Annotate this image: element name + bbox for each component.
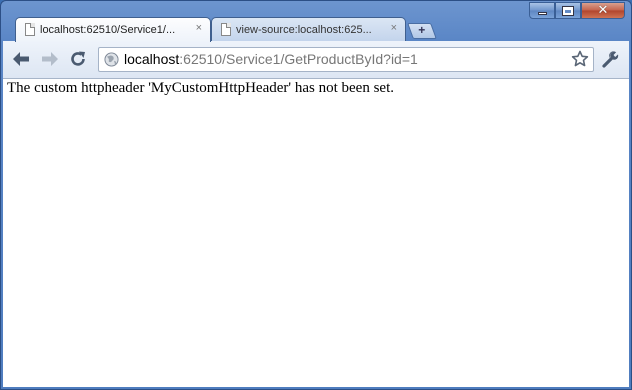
back-button[interactable]	[11, 49, 31, 69]
star-icon[interactable]	[571, 50, 589, 68]
toolbar: localhost:62510/Service1/GetProductById?…	[3, 41, 629, 79]
page-icon	[221, 23, 231, 36]
minimize-icon	[537, 12, 547, 15]
window-controls: ✕	[529, 2, 625, 19]
url-text[interactable]: localhost:62510/Service1/GetProductById?…	[124, 51, 418, 67]
close-icon: ✕	[597, 3, 609, 18]
wrench-icon	[602, 51, 619, 68]
maximize-button[interactable]	[555, 2, 581, 19]
tab-localhost-service[interactable]: localhost:62510/Service1/... ×	[15, 17, 211, 42]
close-window-button[interactable]: ✕	[581, 2, 625, 19]
forward-arrow-icon	[42, 52, 58, 66]
back-arrow-icon	[13, 52, 29, 66]
tab-view-source[interactable]: view-source:localhost:625... ×	[211, 17, 406, 41]
page-message: The custom httpheader 'MyCustomHttpHeade…	[7, 80, 394, 96]
address-bar[interactable]: localhost:62510/Service1/GetProductById?…	[98, 47, 594, 72]
minimize-button[interactable]	[529, 2, 555, 19]
wrench-menu-button[interactable]	[601, 49, 621, 69]
tab-title: view-source:localhost:625...	[236, 23, 372, 36]
page-content: The custom httpheader 'MyCustomHttpHeade…	[3, 79, 629, 387]
url-path: :62510/Service1/GetProductById?id=1	[179, 51, 418, 67]
plus-icon: +	[418, 23, 426, 37]
tab-close-icon[interactable]: ×	[391, 22, 397, 34]
tab-title: localhost:62510/Service1/...	[40, 24, 176, 36]
reload-icon	[71, 51, 85, 66]
forward-button[interactable]	[40, 49, 60, 69]
browser-window: ✕ localhost:62510/Service1/... × view-so…	[0, 0, 632, 390]
maximize-icon	[562, 5, 574, 16]
page-icon	[25, 23, 35, 36]
tab-close-icon[interactable]: ×	[196, 22, 202, 34]
url-host: localhost	[124, 51, 180, 67]
reload-button[interactable]	[68, 49, 88, 69]
new-tab-button[interactable]: +	[407, 23, 437, 39]
globe-icon	[104, 52, 119, 67]
